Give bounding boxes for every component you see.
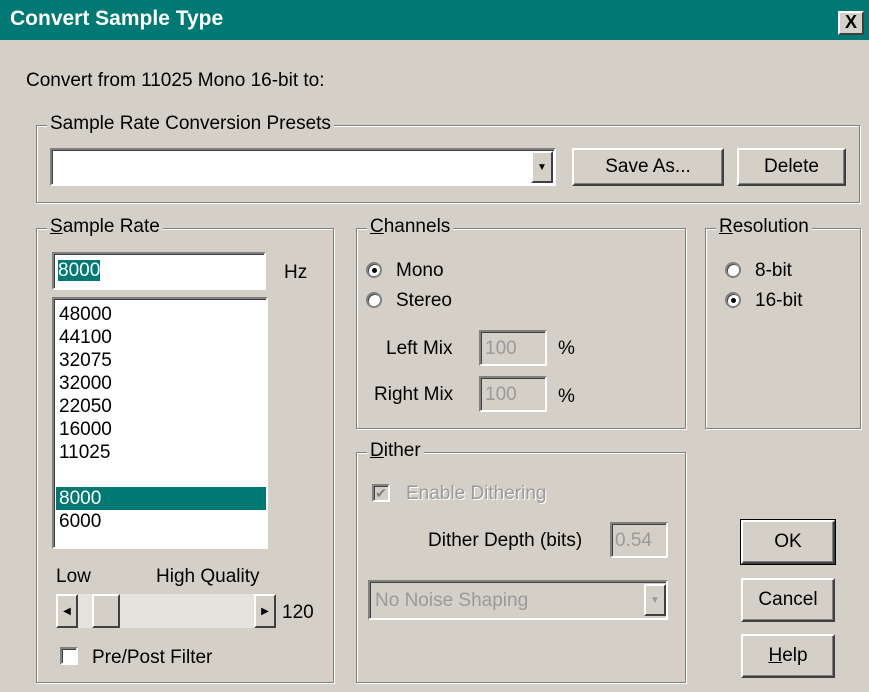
sample-rate-title-rest: ample Rate <box>62 216 160 237</box>
save-as-button[interactable]: Save As... <box>572 148 724 186</box>
list-item[interactable]: 22050 <box>56 395 266 418</box>
list-item[interactable]: 11025 <box>56 441 266 464</box>
list-item[interactable]: 6000 <box>56 510 266 533</box>
dither-depth-label: Dither Depth (bits) <box>428 530 583 551</box>
pre-post-filter-checkbox[interactable] <box>60 647 78 665</box>
quality-high-label: High Quality <box>156 566 260 587</box>
presets-dropdown-arrow-icon[interactable]: ▼ <box>531 151 553 183</box>
left-mix-value: 100 <box>485 338 517 359</box>
list-item[interactable]: 44100 <box>56 326 266 349</box>
slider-value-label: 120 <box>282 602 314 623</box>
sample-rate-input-value: 8000 <box>58 260 101 281</box>
noise-shaping-select[interactable]: No Noise Shaping <box>368 580 668 620</box>
slider-left-arrow-icon[interactable]: ◀ <box>56 594 78 628</box>
right-mix-input[interactable]: 100 <box>479 376 547 412</box>
left-mix-input[interactable]: 100 <box>479 330 547 366</box>
help-label: Help <box>768 645 808 666</box>
stereo-radio[interactable] <box>366 292 382 308</box>
noise-shaping-value: No Noise Shaping <box>375 590 529 611</box>
enable-dithering-label: Enable Dithering <box>406 483 547 504</box>
8bit-label: 8-bit <box>755 260 792 281</box>
list-item-selected[interactable]: 8000 <box>56 487 266 510</box>
list-item[interactable]: 32075 <box>56 349 266 372</box>
resolution-group-title: Resolution <box>716 216 812 238</box>
list-item[interactable]: 48000 <box>56 303 266 326</box>
window-title: Convert Sample Type <box>10 7 224 30</box>
8bit-radio[interactable] <box>725 262 741 278</box>
right-mix-value: 100 <box>485 384 517 405</box>
ok-button[interactable]: OK <box>740 519 836 565</box>
close-button[interactable]: X <box>838 11 864 35</box>
quality-low-label: Low <box>56 566 91 587</box>
list-item[interactable]: 32000 <box>56 372 266 395</box>
dither-group-title: Dither <box>367 440 424 462</box>
right-mix-label: Right Mix <box>374 384 454 405</box>
enable-dithering-checkbox[interactable]: ✔ <box>372 484 390 502</box>
right-mix-percent: % <box>558 386 575 407</box>
sample-rate-group-title: Sample Rate <box>47 216 163 238</box>
list-item[interactable]: 16000 <box>56 418 266 441</box>
presets-combo[interactable] <box>50 148 556 186</box>
hz-unit-label: Hz <box>284 262 308 283</box>
left-mix-label: Left Mix <box>386 338 453 359</box>
16bit-label: 16-bit <box>755 290 803 311</box>
left-mix-percent: % <box>558 338 575 359</box>
help-button[interactable]: Help <box>741 634 835 678</box>
delete-button[interactable]: Delete <box>737 148 846 186</box>
sample-rate-input[interactable]: 8000 <box>52 252 266 290</box>
slider-right-arrow-icon[interactable]: ▶ <box>254 594 276 628</box>
pre-post-filter-label: Pre/Post Filter <box>92 647 213 668</box>
16bit-radio[interactable] <box>725 292 741 308</box>
dither-depth-input[interactable]: 0.54 <box>610 522 668 558</box>
stereo-label: Stereo <box>396 290 452 311</box>
sample-rate-list[interactable]: 48000 44100 32075 32000 22050 16000 1102… <box>52 297 268 549</box>
quality-slider-thumb[interactable] <box>92 594 120 628</box>
dither-depth-value: 0.54 <box>615 530 652 551</box>
mono-label: Mono <box>396 260 444 281</box>
quality-slider-track[interactable] <box>56 594 276 628</box>
resolution-group: Resolution <box>705 216 861 429</box>
mono-radio[interactable] <box>366 262 382 278</box>
cancel-button[interactable]: Cancel <box>741 578 835 622</box>
noise-shaping-dropdown-arrow-icon[interactable]: ▼ <box>644 584 666 616</box>
channels-group-title: Channels <box>367 216 454 238</box>
convert-from-label: Convert from 11025 Mono 16-bit to: <box>26 70 325 91</box>
presets-group-title: Sample Rate Conversion Presets <box>47 113 334 135</box>
